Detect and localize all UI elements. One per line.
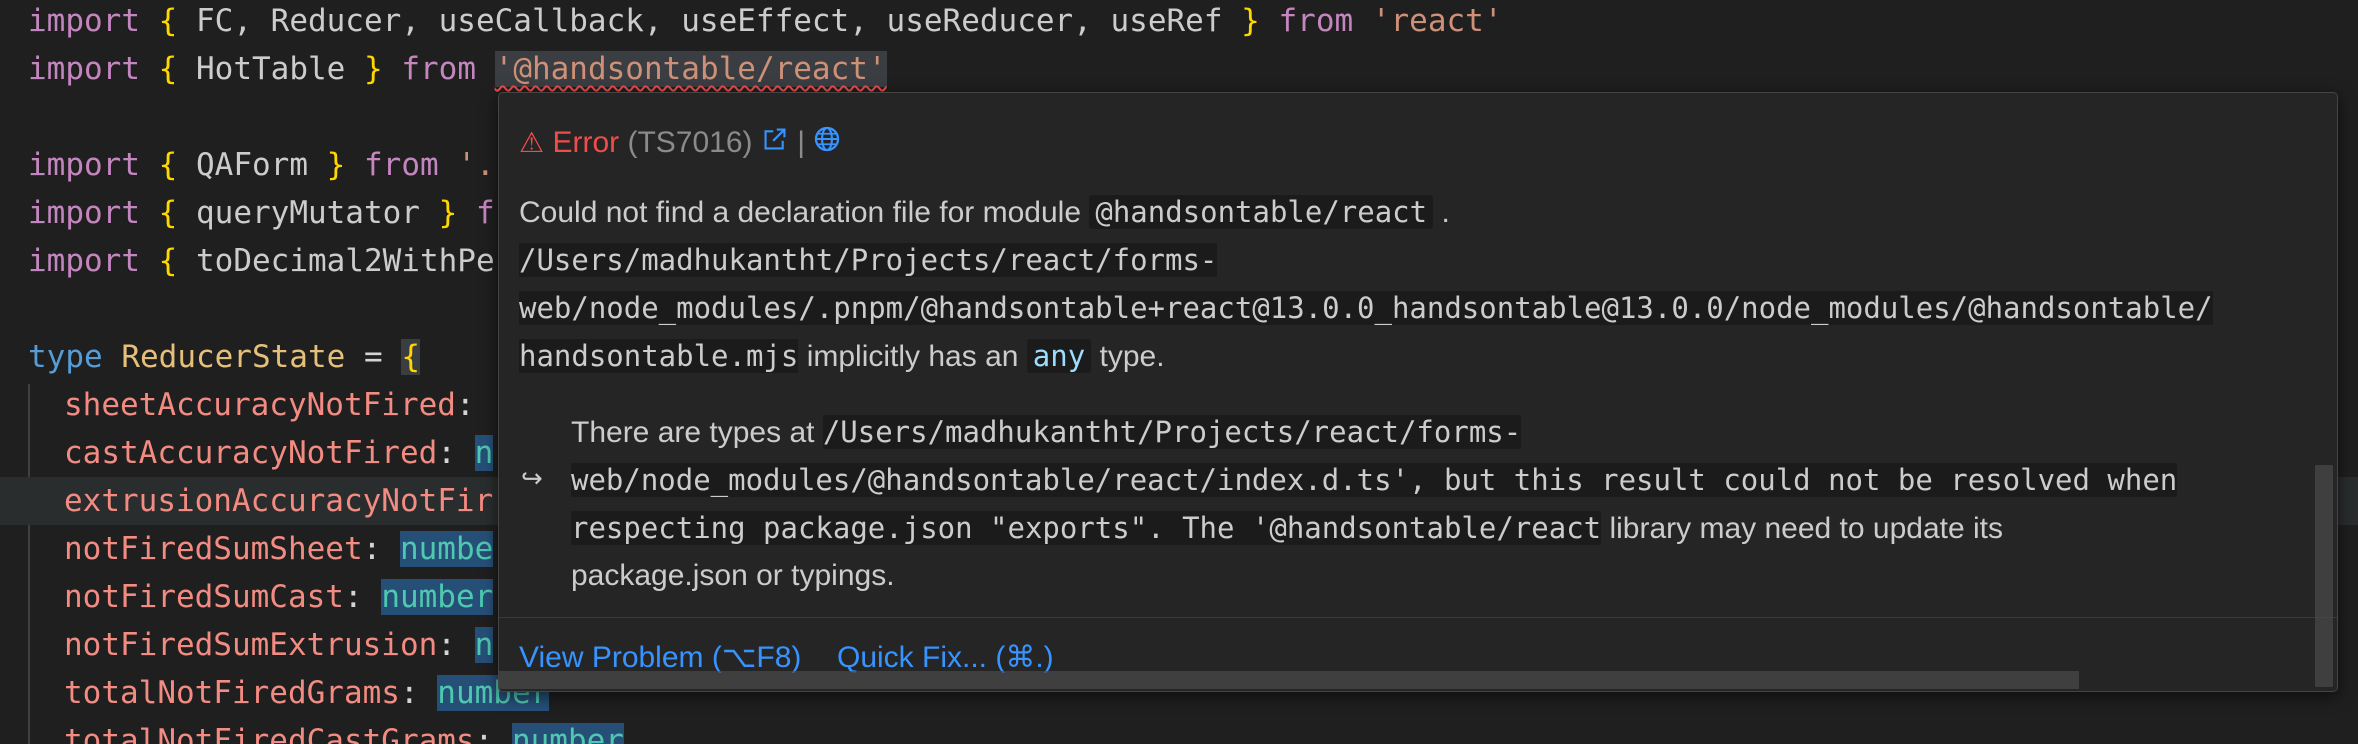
type-annotation: number xyxy=(511,723,624,744)
error-path-line: /Users/madhukantht/Projects/react/forms- xyxy=(519,236,1218,285)
type-annotation: number xyxy=(381,579,494,615)
message-text: library may need to update its xyxy=(1609,512,2003,545)
path-code: /Users/madhukantht/Projects/react/forms- xyxy=(519,243,1218,277)
property-name: notFiredSumCast xyxy=(64,579,344,615)
identifier-list: FC, Reducer, useCallback, useEffect, use… xyxy=(196,3,1223,39)
colon: : xyxy=(437,435,456,471)
identifier: queryMutator xyxy=(196,195,420,231)
string-literal: '. xyxy=(457,147,495,183)
string-literal: 'react' xyxy=(1371,3,1503,39)
property-name: castAccuracyNotFired xyxy=(64,435,438,471)
keyword: type xyxy=(28,339,103,375)
brace: } xyxy=(326,147,346,183)
error-path-line: handsontable.mjs implicitly has an any t… xyxy=(519,332,1165,381)
horizontal-scrollbar[interactable] xyxy=(499,671,2079,689)
brace: } xyxy=(1241,3,1260,39)
brace: { xyxy=(158,147,178,183)
keyword: from xyxy=(364,147,439,183)
colon: : xyxy=(362,531,382,567)
path-code: handsontable.mjs xyxy=(519,339,799,373)
related-info-line: package.json or typings. xyxy=(571,552,895,600)
error-message-line: Could not find a declaration file for mo… xyxy=(519,188,1450,237)
keyword: f xyxy=(475,195,495,231)
colon: : xyxy=(455,387,475,423)
colon: : xyxy=(474,723,494,744)
type-annotation: n xyxy=(474,627,494,663)
code-line[interactable]: import { HotTable } from '@handsontable/… xyxy=(0,45,2358,93)
separator: | xyxy=(797,126,806,159)
property-name: notFiredSumSheet xyxy=(64,531,363,567)
colon: : xyxy=(437,627,456,663)
code-line[interactable]: import { FC, Reducer, useCallback, useEf… xyxy=(0,0,2358,45)
error-hover-popup[interactable]: ⚠ Error (TS7016) | Could not find a decl… xyxy=(498,92,2338,692)
globe-icon[interactable] xyxy=(813,124,841,164)
code-line[interactable]: totalNotFiredCastGrams: number xyxy=(0,717,2358,744)
hover-header: ⚠ Error (TS7016) | xyxy=(519,123,841,163)
message-text: implicitly has an xyxy=(806,340,1019,373)
colon: : xyxy=(399,675,419,711)
path-code: web/node_modules/.pnpm/@handsontable+rea… xyxy=(519,291,2213,325)
external-link-icon[interactable] xyxy=(761,124,789,164)
path-code: respecting package.json "exports". The '… xyxy=(571,511,1602,545)
module-name-code: @handsontable/react xyxy=(1089,195,1434,229)
keyword: import xyxy=(28,51,140,87)
type-annotation: n xyxy=(474,435,494,471)
error-path-line: web/node_modules/.pnpm/@handsontable+rea… xyxy=(519,284,2213,333)
brace: { xyxy=(158,3,178,39)
message-text: Could not find a declaration file for mo… xyxy=(519,196,1082,229)
identifier: QAForm xyxy=(196,147,308,183)
vertical-scrollbar[interactable] xyxy=(2315,465,2333,687)
operator: = xyxy=(363,339,383,375)
identifier: toDecimal2WithPe xyxy=(196,243,495,279)
warning-icon: ⚠ xyxy=(519,127,545,158)
keyword: import xyxy=(28,243,140,279)
keyword: from xyxy=(401,51,476,87)
property-name: sheetAccuracyNotFired xyxy=(64,387,456,423)
keyword: import xyxy=(28,3,140,39)
identifier: HotTable xyxy=(196,51,346,87)
brace: { xyxy=(158,243,178,279)
message-text: package.json or typings. xyxy=(571,559,895,592)
error-label: Error xyxy=(552,126,620,159)
type-name: ReducerState xyxy=(121,339,346,375)
brace: } xyxy=(438,195,458,231)
keyword: import xyxy=(28,195,140,231)
related-info-line: respecting package.json "exports". The '… xyxy=(571,504,2003,553)
path-code: /Users/madhukantht/Projects/react/forms- xyxy=(822,415,1522,449)
message-text: There are types at xyxy=(571,416,815,449)
brace: } xyxy=(363,51,383,87)
property-name: notFiredSumExtrusion xyxy=(64,627,438,663)
colon: : xyxy=(343,579,363,615)
property-name: extrusionAccuracyNotFir xyxy=(64,483,494,519)
type-annotation: numbe xyxy=(399,531,494,567)
brace: { xyxy=(401,339,420,375)
message-text: type. xyxy=(1099,340,1165,373)
property-name: totalNotFiredCastGrams xyxy=(64,723,475,744)
related-info-line: web/node_modules/@handsontable/react/ind… xyxy=(571,456,2178,505)
any-type-code: any xyxy=(1026,339,1092,373)
error-string-literal[interactable]: '@handsontable/react' xyxy=(494,51,887,87)
brace: { xyxy=(158,51,178,87)
brace: { xyxy=(158,195,178,231)
related-info-line: There are types at /Users/madhukantht/Pr… xyxy=(571,408,1522,457)
keyword: from xyxy=(1278,3,1354,39)
related-arrow-icon: ↪ xyxy=(521,463,543,493)
message-text: . xyxy=(1441,196,1450,229)
property-name: totalNotFiredGrams xyxy=(64,675,400,711)
keyword: import xyxy=(28,147,140,183)
error-code: (TS7016) xyxy=(627,126,753,159)
path-code: web/node_modules/@handsontable/react/ind… xyxy=(571,463,2178,497)
